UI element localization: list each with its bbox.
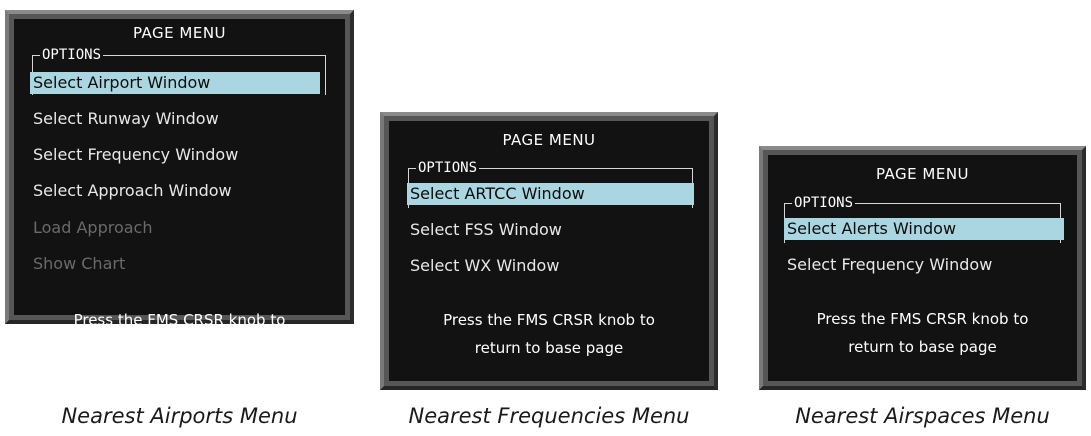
nearest-airspaces-page-menu: PAGE MENU OPTIONS Select Alerts Window S… — [759, 146, 1086, 390]
menu-item-select-airport-window[interactable]: Select Airport Window — [30, 72, 320, 94]
options-label: OPTIONS — [40, 47, 104, 63]
options-label: OPTIONS — [792, 195, 856, 211]
instruction-line-2: return to base page — [105, 339, 254, 357]
nearest-airports-page-menu: PAGE MENU OPTIONS Select Airport Window … — [5, 10, 354, 357]
menu-item-select-frequency-window[interactable]: Select Frequency Window — [784, 254, 1064, 276]
instruction-line-2: return to base page — [474, 339, 624, 357]
menu-item-select-artcc-window[interactable]: Select ARTCC Window — [407, 183, 694, 205]
menu-item-select-runway-window[interactable]: Select Runway Window — [30, 108, 320, 130]
menu-screen: PAGE MENU OPTIONS Select ARTCC Window Se… — [389, 121, 709, 381]
instruction-line-2: return to base page — [848, 338, 997, 356]
instruction-line-1: Press the FMS CRSR knob to — [816, 310, 1029, 328]
menu-item-load-approach: Load Approach — [33, 218, 153, 237]
menu-item-select-wx-window[interactable]: Select WX Window — [407, 255, 694, 277]
menu-title: PAGE MENU — [132, 24, 227, 42]
menu-title: PAGE MENU — [502, 131, 596, 149]
menu-item-select-frequency-window[interactable]: Select Frequency Window — [30, 144, 320, 166]
caption-nearest-airspaces-menu: Nearest Airspaces Menu — [795, 404, 1050, 428]
menu-item-select-fss-window[interactable]: Select FSS Window — [407, 219, 694, 241]
menu-screen: PAGE MENU OPTIONS Select Airport Window … — [14, 19, 345, 357]
menu-item-show-chart: Show Chart — [33, 254, 126, 273]
caption-nearest-airports-menu: Nearest Airports Menu — [61, 404, 298, 428]
menu-item-select-approach-window[interactable]: Select Approach Window — [30, 180, 320, 202]
menu-item-select-alerts-window[interactable]: Select Alerts Window — [784, 218, 1064, 240]
menu-title: PAGE MENU — [875, 165, 970, 183]
nearest-frequencies-page-menu: PAGE MENU OPTIONS Select ARTCC Window Se… — [380, 112, 718, 390]
options-label: OPTIONS — [416, 160, 480, 176]
menu-screen: PAGE MENU OPTIONS Select Alerts Window S… — [768, 155, 1077, 381]
instruction-line-1: Press the FMS CRSR knob to — [73, 311, 286, 329]
caption-nearest-frequencies-menu: Nearest Frequencies Menu — [408, 404, 690, 428]
instruction-line-1: Press the FMS CRSR knob to — [443, 311, 655, 329]
